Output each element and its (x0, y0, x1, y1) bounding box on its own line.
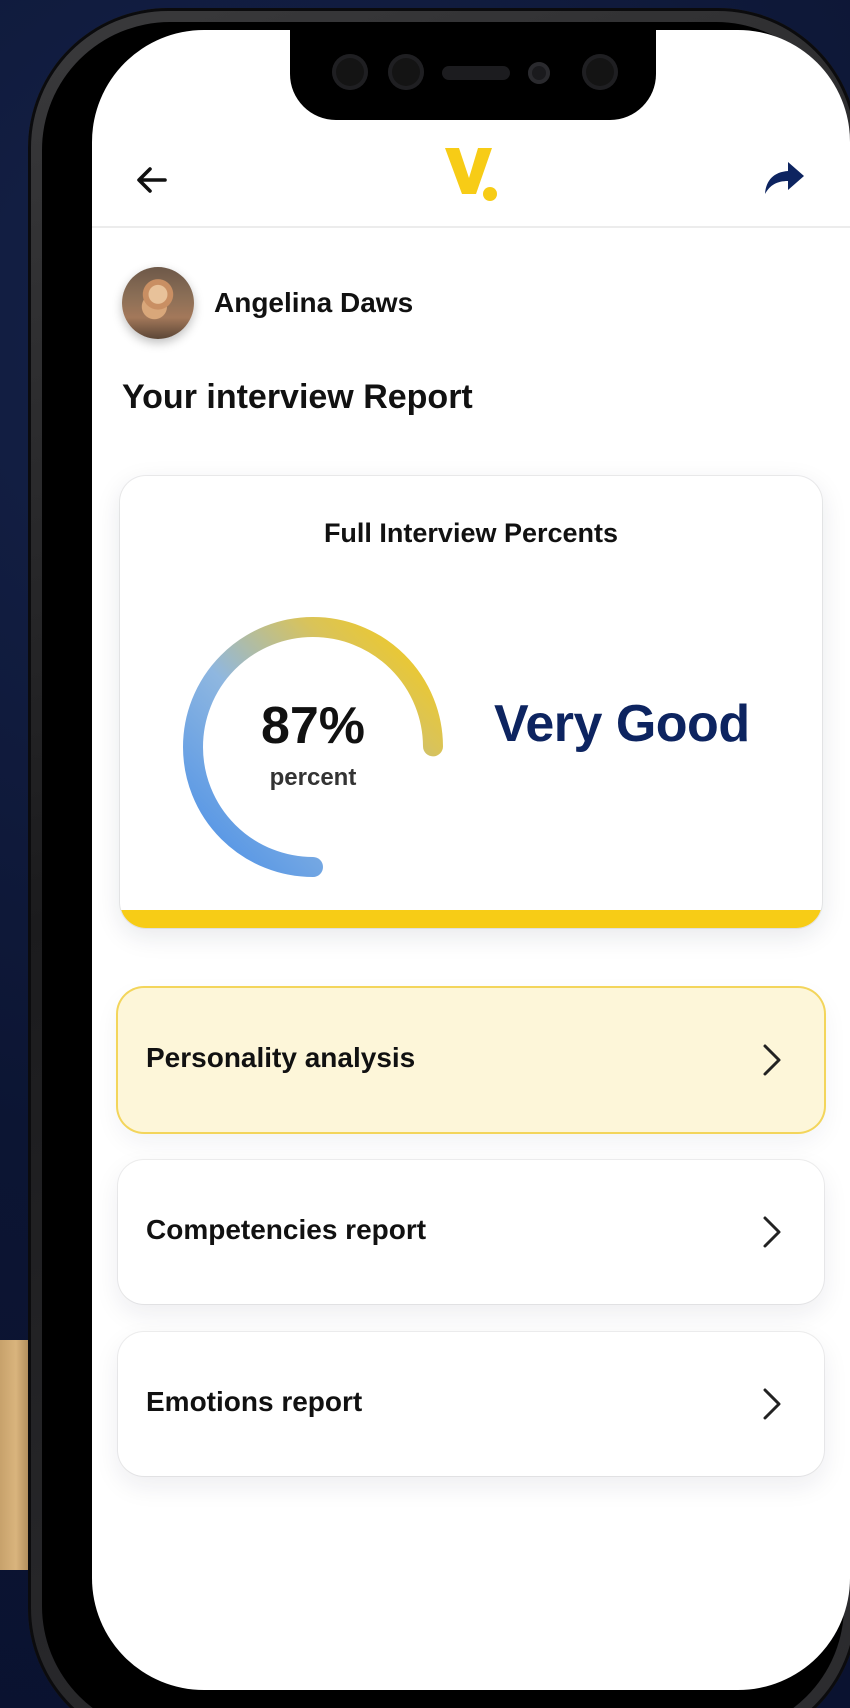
page-title: Your interview Report (122, 378, 473, 416)
menu-item-emotions-report[interactable]: Emotions report (118, 1332, 824, 1476)
card-title: Full Interview Percents (323, 518, 619, 548)
user-profile: Angelina Daws (122, 266, 413, 340)
sensor-dot (332, 54, 368, 90)
share-arrow-icon (765, 162, 804, 194)
brand-logo (442, 144, 502, 206)
sensor-dot (582, 54, 618, 90)
menu-item-label: Competencies report (146, 1214, 427, 1245)
top-bar (92, 126, 850, 228)
menu-item-label: Personality analysis (146, 1042, 416, 1073)
score-value: 87% (260, 697, 366, 755)
chevron-right-icon (763, 1216, 781, 1248)
v-logo-icon (445, 148, 497, 201)
share-button[interactable] (758, 152, 810, 204)
sensor-dot (388, 54, 424, 90)
menu-item-label: Emotions report (146, 1386, 363, 1417)
app-screen: Angelina Daws Your interview Report Full… (92, 30, 850, 1690)
score-gauge: 87% percent (168, 602, 458, 892)
menu-item-competencies-report[interactable]: Competencies report (118, 1160, 824, 1304)
scene-background: Angelina Daws Your interview Report Full… (0, 0, 850, 1708)
speaker-grille (442, 66, 510, 80)
score-unit: percent (269, 764, 357, 791)
back-button[interactable] (128, 156, 176, 204)
card-accent-bar (120, 910, 822, 928)
arrow-left-icon (137, 167, 167, 193)
chevron-right-icon (763, 1044, 781, 1076)
avatar[interactable] (122, 267, 194, 339)
user-name: Angelina Daws (214, 287, 414, 318)
front-camera (528, 62, 550, 84)
chevron-right-icon (763, 1388, 781, 1420)
phone-notch (290, 30, 656, 120)
score-rating: Very Good (494, 695, 750, 753)
score-card: Full Interview Percents 87% percent Very… (120, 476, 822, 928)
menu-item-personality-analysis[interactable]: Personality analysis (118, 988, 824, 1132)
